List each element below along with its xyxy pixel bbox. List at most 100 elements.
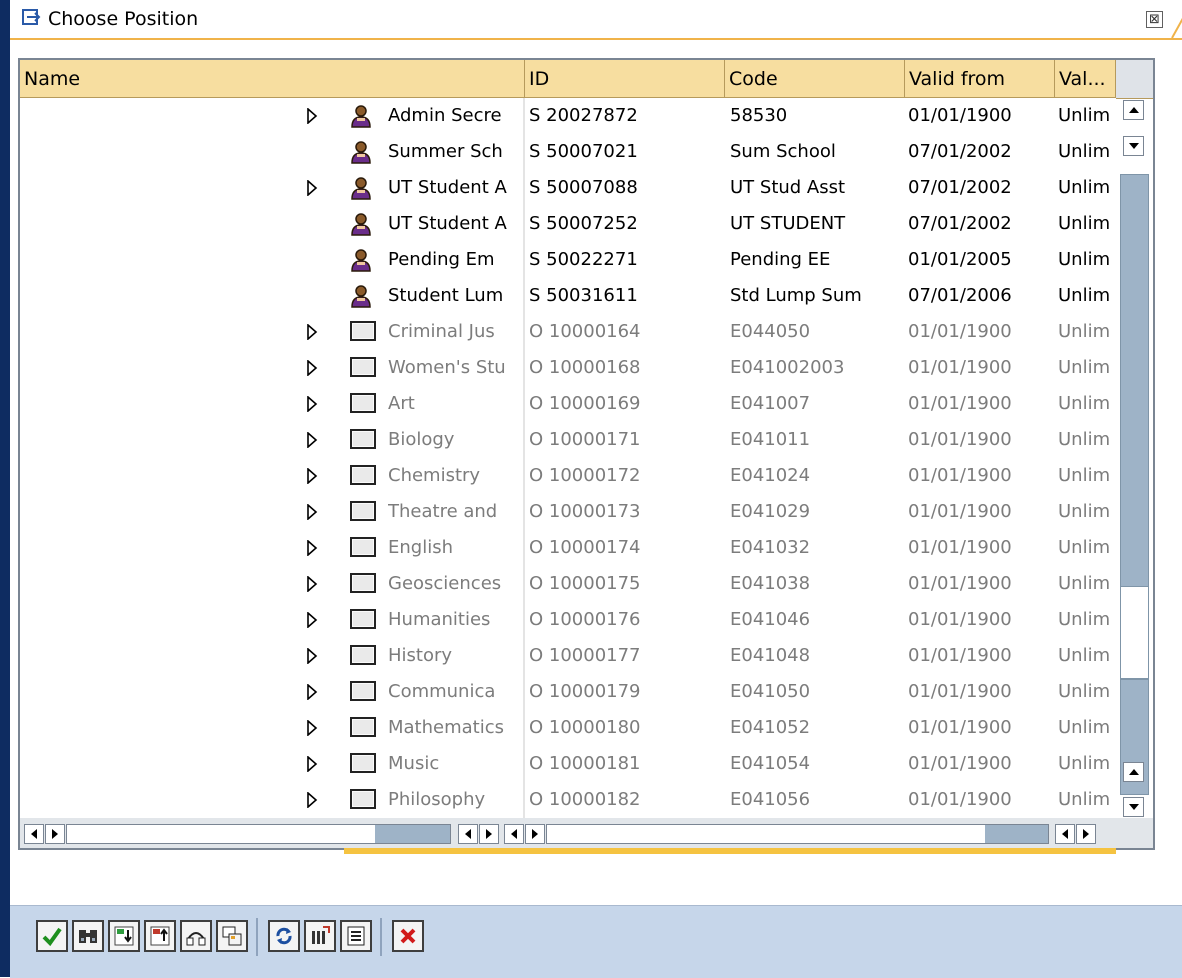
expand-node-icon[interactable] [306,359,318,381]
table-row[interactable]: Summer Sch S 50007021 Sum School 07/01/2002… [20,134,1116,170]
table-row[interactable]: History O 10000177 E041048 01/01/1900 Unlim [20,638,1116,674]
cell-name[interactable]: Biology [388,422,522,458]
close-window-button[interactable]: ⊠ [1146,11,1163,28]
expand-node-icon[interactable] [306,611,318,633]
cell-name[interactable]: UT Student A [388,170,522,206]
sort-descending-button[interactable] [144,920,176,952]
tree-scroll-left-button[interactable] [24,824,44,844]
table-row[interactable]: Chemistry O 10000172 E041024 01/01/1900 Unli… [20,458,1116,494]
cell-name[interactable]: Communica [388,674,522,710]
expand-node-icon[interactable] [306,467,318,489]
hscroll-left-button-4[interactable] [1055,824,1075,844]
table-row[interactable]: Music O 10000181 E041054 01/01/1900 Unlim [20,746,1116,782]
column-config-icon [312,926,330,944]
hscroll-right-button-3[interactable] [525,824,545,844]
column-header-code[interactable]: Code [725,60,905,98]
tree-horizontal-scrollbar[interactable] [66,824,451,844]
org-unit-icon [350,680,376,707]
column-header-id[interactable]: ID [525,60,725,98]
cell-name[interactable]: Summer Sch [388,134,522,170]
title-bar: Choose Position ⊠ [10,0,1182,40]
table-row[interactable]: Pending Em S 50022271 Pending EE 01/01/2005… [20,242,1116,278]
cell-name[interactable]: Chemistry [388,458,522,494]
expand-node-icon[interactable] [306,503,318,525]
hscroll-left-button-2[interactable] [458,824,478,844]
collapse-subtree-button[interactable] [216,920,248,952]
column-header-valid-to[interactable]: Val... [1055,60,1116,98]
table-row[interactable]: UT Student A S 50007088 UT Stud Asst 07/01/… [20,170,1116,206]
table-row[interactable]: Theatre and O 10000173 E041029 01/01/1900 Un… [20,494,1116,530]
hscroll-left-button-3[interactable] [504,824,524,844]
cell-id: O 10000164 [529,321,641,342]
expand-node-icon[interactable] [306,791,318,813]
tree-scroll-right-button[interactable] [45,824,65,844]
cell-name[interactable]: Theatre and [388,494,522,530]
table-row[interactable]: Art O 10000169 E041007 01/01/1900 Unlim [20,386,1116,422]
table-row[interactable]: Philosophy O 10000182 E041056 01/01/1900 Unl… [20,782,1116,818]
table-row[interactable]: Student Lum S 50031611 Std Lump Sum 07/01/2… [20,278,1116,314]
column-header-valid-from[interactable]: Valid from [905,60,1055,98]
table-row[interactable]: Geosciences O 10000175 E041038 01/01/1900 Un… [20,566,1116,602]
expand-subtree-button[interactable] [180,920,212,952]
cell-id: O 10000181 [529,753,641,774]
column-header-name[interactable]: Name [20,60,525,98]
cell-name[interactable]: Humanities [388,602,522,638]
cell-name[interactable]: Geosciences [388,566,522,602]
cell-id: O 10000180 [529,717,641,738]
sort-ascending-button[interactable] [108,920,140,952]
cell-name[interactable]: Pending Em [388,242,522,278]
cell-name[interactable]: Student Lum [388,278,522,314]
scroll-page-down-button[interactable] [1123,797,1144,817]
details-button[interactable] [340,920,372,952]
column-config-button[interactable] [304,920,336,952]
hscroll-right-button-4[interactable] [1076,824,1096,844]
scroll-down-button[interactable] [1123,136,1144,156]
refresh-button[interactable] [268,920,300,952]
person-icon [350,140,372,169]
scroll-up-button[interactable] [1123,100,1144,120]
table-row[interactable]: English O 10000174 E041032 01/01/1900 Unlim [20,530,1116,566]
expand-node-icon[interactable] [306,431,318,453]
scroll-thumb[interactable] [1120,586,1149,679]
table-row[interactable]: Mathematics O 10000180 E041052 01/01/1900 Un… [20,710,1116,746]
table-row[interactable]: Biology O 10000171 E041011 01/01/1900 Unlim [20,422,1116,458]
expand-node-icon[interactable] [306,179,318,201]
expand-node-icon[interactable] [306,719,318,741]
table-row[interactable]: Criminal Jus O 10000164 E044050 01/01/1900 U… [20,314,1116,350]
find-button[interactable] [72,920,104,952]
tree-horizontal-thumb[interactable] [375,825,450,843]
cell-name[interactable]: Art [388,386,522,422]
columns-horizontal-scrollbar[interactable] [546,824,1049,844]
cell-name[interactable]: Mathematics [388,710,522,746]
expand-node-icon[interactable] [306,575,318,597]
cell-name[interactable]: Criminal Jus [388,314,522,350]
scroll-track-upper[interactable] [1120,174,1149,587]
cell-name[interactable]: History [388,638,522,674]
cancel-button[interactable] [392,920,424,952]
window-frame-left [0,0,10,977]
expand-node-icon[interactable] [306,647,318,669]
table-row[interactable]: Communica O 10000179 E041050 01/01/1900 Unli… [20,674,1116,710]
cell-name[interactable]: Women's Stu [388,350,522,386]
cell-name[interactable]: Philosophy [388,782,522,818]
expand-node-icon[interactable] [306,107,318,129]
confirm-button[interactable] [36,920,68,952]
table-row[interactable]: Humanities O 10000176 E041046 01/01/1900 Unl… [20,602,1116,638]
person-icon [350,104,372,133]
table-row[interactable]: Women's Stu O 10000168 E041002003 01/01/190… [20,350,1116,386]
cell-name[interactable]: English [388,530,522,566]
scroll-page-up-button[interactable] [1123,762,1144,782]
table-row[interactable]: Admin Secre S 20027872 58530 01/01/1900 Unli… [20,98,1116,134]
expand-node-icon[interactable] [306,683,318,705]
expand-node-icon[interactable] [306,539,318,561]
table-row[interactable]: UT Student A S 50007252 UT STUDENT 07/01/20… [20,206,1116,242]
expand-node-icon[interactable] [306,323,318,345]
expand-node-icon[interactable] [306,755,318,777]
vertical-scrollbar[interactable] [1120,98,1151,818]
columns-horizontal-thumb[interactable] [985,825,1048,843]
hscroll-right-button-2[interactable] [479,824,499,844]
cell-name[interactable]: UT Student A [388,206,522,242]
cell-name[interactable]: Admin Secre [388,98,522,134]
cell-name[interactable]: Music [388,746,522,782]
expand-node-icon[interactable] [306,395,318,417]
